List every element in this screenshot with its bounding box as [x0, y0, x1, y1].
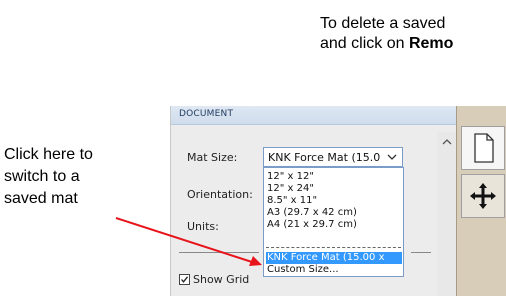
instruction-text: To delete a saved and click on Remo — [320, 14, 506, 54]
scroll-up-icon[interactable] — [442, 138, 452, 146]
units-label: Units: — [187, 220, 219, 233]
callout-line-2: switch to a — [4, 168, 80, 185]
show-grid-checkbox[interactable] — [179, 274, 190, 285]
option-a3[interactable]: A3 (29.7 x 42 cm) — [266, 207, 402, 219]
chevron-down-icon — [386, 150, 398, 164]
instruction-line-2: and click on Remo — [320, 35, 454, 52]
panel-title: DOCUMENT — [179, 109, 234, 119]
page-icon — [474, 133, 494, 163]
callout-text: Click here to switch to a saved mat — [4, 144, 154, 210]
mat-size-select[interactable]: KNK Force Mat (15.0 — [263, 147, 403, 167]
instruction-line-1: To delete a saved — [320, 15, 446, 32]
callout-line-1: Click here to — [4, 146, 93, 163]
document-panel: DOCUMENT Mat Size: Orientation: Units: K… — [170, 106, 457, 296]
option-8-5x11[interactable]: 8.5" x 11" — [266, 195, 402, 207]
option-separator — [266, 247, 401, 248]
mat-size-dropdown-list: 12" x 12" 12" x 24" 8.5" x 11" A3 (29.7 … — [263, 167, 404, 277]
option-knk-force-mat[interactable]: KNK Force Mat (15.00 x — [266, 252, 402, 264]
orientation-label: Orientation: — [187, 188, 253, 201]
tool-strip — [456, 106, 506, 296]
divider-line-right — [411, 252, 431, 253]
remove-keyword: Remo — [408, 35, 454, 52]
panel-scrollbar[interactable] — [437, 132, 457, 296]
option-12x12[interactable]: 12" x 12" — [266, 171, 402, 183]
option-a4[interactable]: A4 (21 x 29.7 cm) — [266, 219, 402, 231]
mat-size-selected-value: KNK Force Mat (15.0 — [268, 151, 380, 164]
show-grid-label: Show Grid — [193, 273, 250, 286]
callout-line-3: saved mat — [4, 190, 78, 207]
option-12x24[interactable]: 12" x 24" — [266, 183, 402, 195]
move-arrows-icon — [470, 183, 496, 209]
checkmark-icon — [181, 276, 189, 283]
page-tool-button[interactable] — [461, 126, 505, 170]
move-tool-button[interactable] — [461, 174, 505, 218]
panel-header: DOCUMENT — [171, 106, 457, 125]
mat-size-label: Mat Size: — [187, 151, 238, 164]
option-custom-size[interactable]: Custom Size... — [266, 264, 402, 276]
divider-line — [179, 252, 259, 253]
